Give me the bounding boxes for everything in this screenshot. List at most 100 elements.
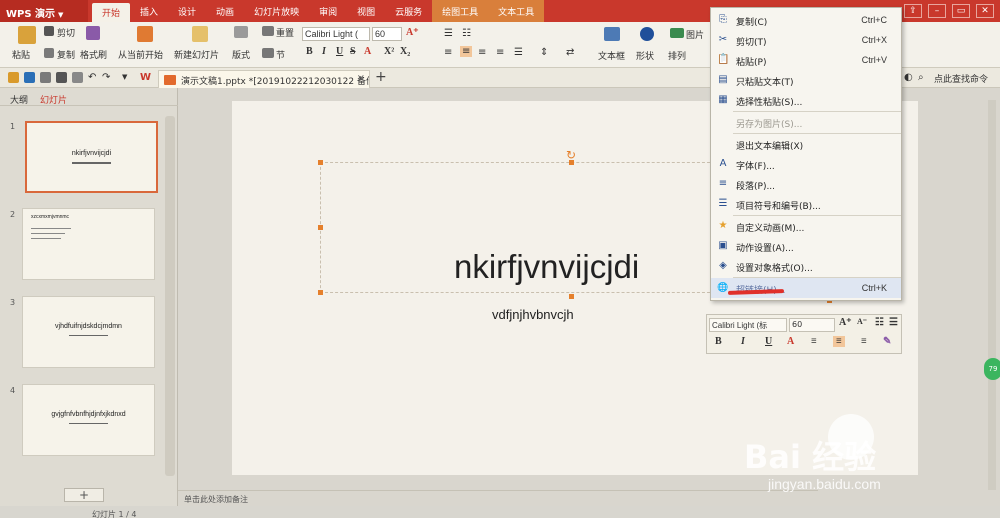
copy-button[interactable]: 复制 [57, 48, 75, 61]
paste-button[interactable]: 粘贴 [12, 48, 30, 61]
slide-thumbnail[interactable]: gvjgfnfvbnfhjdjnfxjkdnxd [22, 384, 155, 456]
menu-item-exit-edit[interactable]: 退出文本编辑(X) [711, 134, 901, 154]
image-button[interactable]: 图片 [686, 28, 704, 41]
menu-item-hyperlink[interactable]: 🌐超链接(H)...Ctrl+K [711, 278, 901, 298]
slide-thumbnail[interactable]: nkirfjvnvijcjdi [25, 121, 158, 193]
undo-icon[interactable]: ↶ [88, 72, 99, 83]
bullets-icon[interactable]: ☰ [444, 28, 453, 39]
panel-scrollbar[interactable] [165, 116, 175, 476]
menu-item-custom-animation[interactable]: ★ 自定义动画(M)... [711, 216, 901, 236]
reset-button[interactable]: 重置 [276, 26, 294, 39]
tab-design[interactable]: 设计 [168, 0, 206, 22]
minimize-icon[interactable]: – [928, 4, 946, 18]
reset-icon[interactable] [262, 26, 274, 36]
mini-size-select[interactable]: 60 [789, 318, 835, 332]
font-color-icon[interactable]: A [364, 46, 371, 57]
print-preview-icon[interactable] [40, 72, 51, 83]
bold-icon[interactable]: B [306, 46, 313, 57]
cut-button[interactable]: 剪切 [57, 26, 75, 39]
resize-handle[interactable] [318, 290, 323, 295]
menu-item-format-object[interactable]: ◈ 设置对象格式(O)... [711, 256, 901, 276]
slide-thumbnail[interactable]: xzcxmxmjvmnmc [22, 208, 155, 280]
subscript-icon[interactable]: X₂ [400, 46, 410, 57]
mini-font-select[interactable]: Calibri Light (标 [709, 318, 787, 332]
tab-home[interactable]: 开始 [92, 3, 131, 22]
menu-item-paragraph[interactable]: ≡ 段落(P)... [711, 174, 901, 194]
tab-slideshow[interactable]: 幻灯片放映 [244, 0, 309, 22]
superscript-icon[interactable]: X² [384, 46, 394, 57]
format-painter-button[interactable]: 格式刷 [80, 48, 107, 61]
find-command-input[interactable]: 点此查找命令 [934, 72, 988, 85]
menu-item-action-settings[interactable]: ▣ 动作设置(A)... [711, 236, 901, 256]
save-icon[interactable] [24, 72, 35, 83]
play-icon[interactable] [137, 26, 153, 42]
underline-icon[interactable]: U [336, 46, 343, 57]
from-current-button[interactable]: 从当前开始 [118, 48, 163, 61]
textbox-icon[interactable] [604, 27, 620, 41]
settings-icon[interactable]: ◐ [904, 72, 915, 83]
copy-icon[interactable] [44, 48, 54, 58]
numbering-icon[interactable]: ☷ [462, 28, 471, 39]
menu-item-copy[interactable]: ⎘ 复制(C) Ctrl+C [711, 10, 901, 30]
font-size-select[interactable]: 60 [372, 27, 402, 41]
section-icon[interactable] [262, 48, 274, 58]
format-painter-icon[interactable]: ✎ [883, 336, 891, 347]
distribute-icon[interactable]: ☰ [514, 47, 523, 58]
tab-animation[interactable]: 动画 [206, 0, 244, 22]
tab-cloud[interactable]: 云服务 [385, 0, 432, 22]
font-color-icon[interactable]: A [787, 336, 794, 347]
italic-icon[interactable]: I [322, 46, 326, 57]
bullets-icon[interactable]: ☷ [875, 317, 884, 328]
tab-text-tools[interactable]: 文本工具 [488, 0, 545, 22]
align-right-icon[interactable]: ≡ [478, 47, 486, 58]
search-icon[interactable]: ⌕ [918, 72, 929, 83]
arrange-button[interactable]: 排列 [668, 49, 686, 62]
resize-handle[interactable] [318, 225, 323, 230]
scissors-icon[interactable] [44, 26, 54, 36]
justify-icon[interactable]: ≡ [496, 47, 504, 58]
underline-icon[interactable]: U [765, 336, 772, 347]
menu-item-paste[interactable]: 📋 粘贴(P) Ctrl+V [711, 50, 901, 70]
format-painter-icon[interactable] [86, 26, 100, 40]
align-right-icon[interactable]: ≡ [861, 336, 867, 347]
align-left-icon[interactable]: ≡ [811, 336, 817, 347]
grow-font-icon[interactable]: A⁺ [406, 27, 419, 38]
text-direction-icon[interactable]: ⇄ [566, 47, 574, 58]
shrink-font-icon[interactable]: A⁻ [857, 317, 867, 326]
bold-icon[interactable]: B [715, 336, 722, 347]
tab-insert[interactable]: 插入 [130, 0, 168, 22]
new-slide-icon[interactable] [192, 26, 208, 42]
close-tab-icon[interactable]: × [357, 73, 365, 84]
font-name-select[interactable]: Calibri Light ( [302, 27, 370, 41]
rotate-handle-icon[interactable]: ↻ [566, 148, 576, 162]
image-icon[interactable] [670, 28, 684, 38]
strikethrough-icon[interactable]: S [350, 46, 356, 57]
maximize-icon[interactable]: ▭ [952, 4, 970, 18]
menu-item-font[interactable]: A 字体(F)... [711, 154, 901, 174]
float-badge[interactable]: 79 [984, 358, 1000, 380]
tab-slides[interactable]: 幻灯片 [40, 93, 67, 106]
menu-item-bullets[interactable]: ☰ 项目符号和编号(B)... [711, 194, 901, 214]
tab-outline[interactable]: 大纲 [10, 93, 28, 106]
menu-item-paste-text[interactable]: ▤ 只粘贴文本(T) [711, 70, 901, 90]
align-left-icon[interactable]: ≡ [444, 47, 452, 58]
new-tab-button[interactable]: + [375, 69, 387, 85]
format-icon[interactable] [72, 72, 83, 83]
wps-menu-button[interactable]: WPS 演示 ▼ [0, 0, 88, 22]
new-slide-button[interactable]: 新建幻灯片 [174, 48, 219, 61]
tab-view[interactable]: 视图 [347, 0, 385, 22]
layout-icon[interactable] [234, 26, 248, 38]
shape-icon[interactable] [640, 27, 654, 41]
grow-font-icon[interactable]: A⁺ [839, 317, 852, 328]
redo-icon[interactable]: ↷ [102, 72, 113, 83]
layout-button[interactable]: 版式 [232, 48, 250, 61]
document-tab[interactable]: 演示文稿1.pptx *[20191022212030122 备份] × [158, 70, 370, 88]
tab-drawing-tools[interactable]: 绘图工具 [432, 0, 489, 22]
wps-icon[interactable]: W [140, 72, 151, 83]
align-center-icon[interactable]: ≡ [833, 336, 845, 347]
tab-review[interactable]: 审阅 [309, 0, 347, 22]
italic-icon[interactable]: I [741, 336, 745, 347]
line-spacing-icon[interactable]: ⇕ [540, 47, 548, 58]
notes-pane[interactable]: 单击此处添加备注 [178, 490, 818, 506]
resize-handle[interactable] [569, 294, 574, 299]
